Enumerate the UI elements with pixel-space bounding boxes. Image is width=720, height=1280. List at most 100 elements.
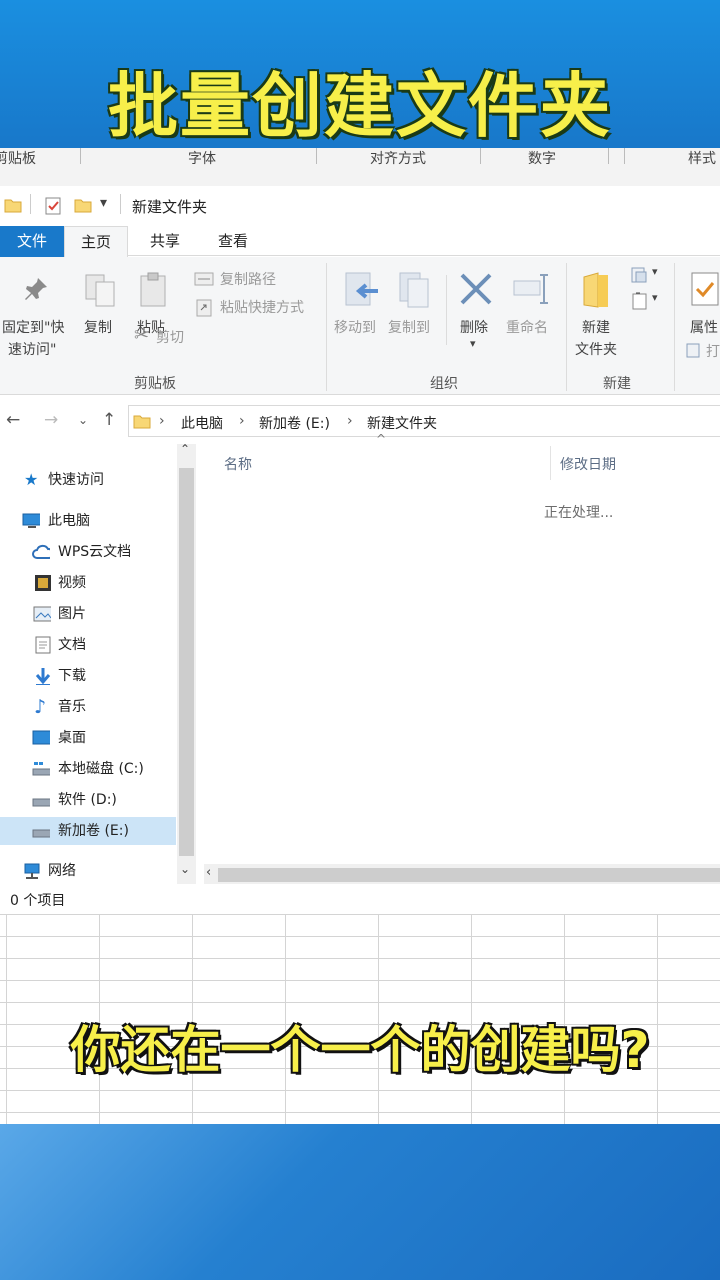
move-to-icon: [345, 272, 378, 306]
ribbon-home: 固定到"快 速访问" 复制 粘贴 复制路径 粘贴快捷方式 ✂ 剪切 剪贴板 移动…: [0, 257, 720, 395]
column-header-name[interactable]: 名称: [224, 454, 252, 474]
qat-divider: [120, 194, 121, 214]
new-item-dropdown-icon[interactable]: ▾: [652, 265, 658, 278]
group-new-label: 新建: [603, 376, 631, 392]
ribbon-tabs: 文件 主页 共享 查看: [0, 226, 720, 257]
nav-label: 新加卷 (E:): [58, 823, 129, 839]
nav-music[interactable]: ♪ 音乐: [0, 693, 176, 721]
group-divider: [566, 263, 567, 391]
group-divider: [674, 263, 675, 391]
recent-dropdown-icon[interactable]: ⌄: [78, 413, 88, 427]
sort-indicator-icon: ^: [376, 432, 387, 446]
new-folder-label-line2: 文件夹: [575, 342, 617, 358]
computer-icon: [22, 513, 40, 528]
properties-icon: [691, 272, 719, 306]
rename-button[interactable]: [512, 273, 552, 309]
strip-divider: [480, 148, 481, 164]
delete-button[interactable]: [458, 271, 494, 311]
easy-access-button[interactable]: ▾: [630, 291, 658, 315]
breadcrumb-chevron-icon[interactable]: ›: [347, 413, 353, 429]
qat-dropdown-icon[interactable]: ▾: [100, 195, 107, 211]
column-header-modified[interactable]: 修改日期: [560, 454, 616, 474]
nav-drive-c[interactable]: 本地磁盘 (C:): [0, 755, 176, 783]
rename-icon: [513, 274, 548, 304]
nav-label: 文档: [58, 637, 86, 653]
nav-drive-d[interactable]: 软件 (D:): [0, 786, 176, 814]
group-clipboard-label: 剪贴板: [134, 376, 176, 392]
delete-x-icon: [460, 273, 492, 305]
scroll-left-icon[interactable]: ‹: [206, 865, 211, 880]
file-explorer-window: ▾ 新建文件夹 文件 主页 共享 查看 固定到"快 速访问" 复制 粘贴 复制路…: [0, 186, 720, 914]
nav-documents[interactable]: 文档: [0, 631, 176, 659]
paste-shortcut-label: 粘贴快捷方式: [220, 300, 304, 316]
open-icon: [686, 343, 700, 358]
new-folder-button[interactable]: [582, 271, 612, 315]
tab-view[interactable]: 查看: [200, 226, 266, 257]
pin-label-line1: 固定到"快: [2, 320, 65, 336]
delete-dropdown-icon[interactable]: ▾: [470, 337, 476, 350]
scroll-down-icon[interactable]: ⌄: [180, 862, 190, 876]
nav-desktop[interactable]: 桌面: [0, 724, 176, 752]
strip-divider: [80, 148, 81, 164]
up-arrow-icon[interactable]: ↑: [102, 410, 116, 430]
nav-label: 音乐: [58, 699, 86, 715]
window-title: 新建文件夹: [132, 198, 208, 216]
copy-to-label: 复制到: [388, 320, 430, 336]
column-divider[interactable]: [550, 446, 551, 480]
breadcrumb-chevron-icon[interactable]: ›: [239, 413, 245, 429]
item-count: 0 个项目: [10, 893, 66, 909]
excel-group-font: 字体: [188, 151, 216, 167]
address-row: ← → ⌄ ↑ › 此电脑 › 新加卷 (E:) › 新建文件夹: [0, 404, 720, 438]
new-folder-icon: [583, 272, 608, 308]
banner-title: 批量创建文件夹: [108, 65, 612, 147]
nav-downloads[interactable]: 下载: [0, 662, 176, 690]
forward-arrow-icon[interactable]: →: [44, 410, 58, 430]
nav-label: 网络: [48, 863, 76, 879]
breadcrumb-this-pc[interactable]: 此电脑: [181, 413, 223, 433]
folder-icon: [133, 415, 151, 429]
copy-to-button[interactable]: [396, 271, 434, 315]
tab-file[interactable]: 文件: [0, 226, 64, 257]
star-icon: ★: [24, 470, 39, 489]
tab-share[interactable]: 共享: [130, 226, 200, 257]
system-drive-icon: [32, 762, 50, 776]
copy-button[interactable]: [84, 273, 118, 313]
back-arrow-icon[interactable]: ←: [6, 410, 20, 430]
paste-button[interactable]: [138, 271, 170, 313]
strip-divider: [624, 148, 625, 164]
breadcrumb-chevron-icon[interactable]: ›: [159, 413, 165, 429]
nav-videos[interactable]: 视频: [0, 569, 176, 597]
navigation-pane: ★ 快速访问 此电脑 WPS云文档 视频 图片 文档 下载 ♪ 音乐 桌面 本地…: [0, 438, 196, 884]
breadcrumb-new-folder[interactable]: 新建文件夹: [367, 413, 437, 433]
paste-icon: [140, 272, 166, 307]
drive-icon: [32, 798, 50, 807]
address-bar[interactable]: › 此电脑 › 新加卷 (E:) › 新建文件夹: [128, 405, 720, 437]
nav-pictures[interactable]: 图片: [0, 600, 176, 628]
nav-scrollbar-thumb[interactable]: [179, 468, 194, 856]
properties-button[interactable]: [690, 271, 720, 313]
horizontal-scrollbar-thumb[interactable]: [218, 868, 720, 882]
scroll-up-icon[interactable]: ⌃: [180, 442, 190, 456]
pin-quick-access-button[interactable]: [22, 275, 50, 307]
nav-drive-e-selected[interactable]: 新加卷 (E:): [0, 817, 176, 845]
nav-label: 本地磁盘 (C:): [58, 761, 144, 777]
new-folder-qat-icon[interactable]: [74, 196, 92, 214]
nav-this-pc[interactable]: 此电脑: [0, 507, 176, 535]
tab-home[interactable]: 主页: [64, 226, 128, 257]
nav-wps-cloud[interactable]: WPS云文档: [0, 538, 176, 566]
music-note-icon: ♪: [34, 696, 47, 718]
new-item-icon: [631, 267, 647, 283]
nav-label: 快速访问: [48, 472, 104, 488]
properties-check-icon[interactable]: [44, 196, 62, 216]
strip-divider: [608, 148, 609, 164]
cut-label: 剪切: [156, 330, 184, 346]
nav-label: WPS云文档: [58, 544, 132, 560]
new-item-button[interactable]: ▾: [630, 265, 658, 289]
move-to-button[interactable]: [342, 271, 380, 315]
breadcrumb-volume-e[interactable]: 新加卷 (E:): [259, 413, 330, 433]
excel-group-style: 样式: [688, 151, 716, 167]
copy-icon: [85, 274, 115, 307]
easy-access-dropdown-icon[interactable]: ▾: [652, 291, 658, 304]
nav-quick-access[interactable]: ★ 快速访问: [0, 466, 176, 494]
nav-network[interactable]: 网络: [0, 857, 176, 885]
